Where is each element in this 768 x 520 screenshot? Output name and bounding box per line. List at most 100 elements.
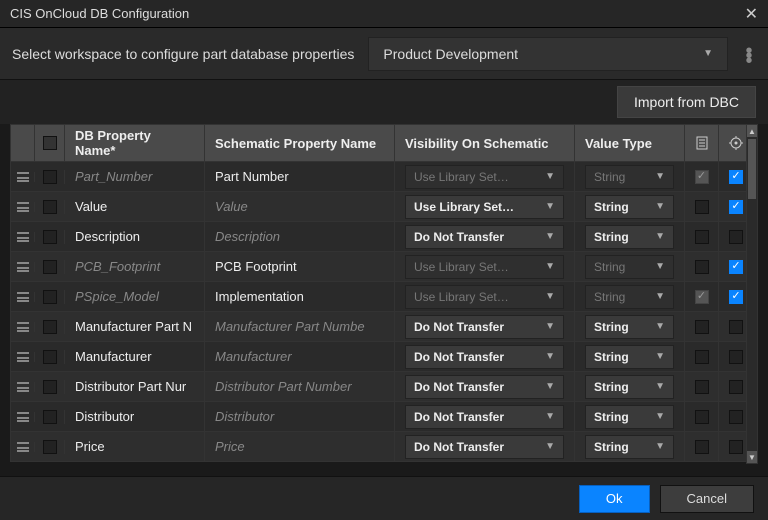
- visibility-dropdown[interactable]: Use Library Set…▼: [405, 195, 564, 219]
- import-from-dbc-button[interactable]: Import from DBC: [617, 86, 756, 118]
- row-select-checkbox[interactable]: [43, 410, 57, 424]
- workspace-select[interactable]: Product Development ▼: [368, 37, 728, 71]
- schematic-property-name-cell[interactable]: Part Number: [205, 162, 395, 191]
- row-select-checkbox[interactable]: [43, 200, 57, 214]
- row-select-checkbox[interactable]: [43, 290, 57, 304]
- schematic-property-name-cell[interactable]: Distributor: [205, 402, 395, 431]
- key-checkbox-cell[interactable]: [685, 312, 719, 341]
- browsable-checkbox[interactable]: [729, 200, 743, 214]
- drag-handle-icon[interactable]: [11, 412, 35, 422]
- valuetype-dropdown[interactable]: String▼: [585, 435, 674, 459]
- schematic-property-name-cell[interactable]: Manufacturer: [205, 342, 395, 371]
- visibility-dropdown[interactable]: Do Not Transfer▼: [405, 435, 564, 459]
- browsable-checkbox[interactable]: [729, 410, 743, 424]
- valuetype-dropdown[interactable]: String▼: [585, 375, 674, 399]
- db-property-name-cell[interactable]: Manufacturer: [65, 342, 205, 371]
- visibility-dropdown[interactable]: Do Not Transfer▼: [405, 405, 564, 429]
- drag-handle-icon[interactable]: [11, 352, 35, 362]
- key-checkbox[interactable]: [695, 260, 709, 274]
- valuetype-dropdown[interactable]: String▼: [585, 405, 674, 429]
- db-property-name-cell[interactable]: Value: [65, 192, 205, 221]
- key-checkbox-cell[interactable]: [685, 402, 719, 431]
- row-select-cell[interactable]: [35, 290, 65, 304]
- kebab-menu-icon[interactable]: •••: [742, 46, 756, 61]
- db-property-name-cell[interactable]: Manufacturer Part N: [65, 312, 205, 341]
- schematic-property-name-cell[interactable]: Value: [205, 192, 395, 221]
- select-all-header[interactable]: [35, 125, 65, 161]
- valuetype-dropdown[interactable]: String▼: [585, 345, 674, 369]
- db-property-name-cell[interactable]: PCB_Footprint: [65, 252, 205, 281]
- db-property-name-cell[interactable]: Distributor: [65, 402, 205, 431]
- scroll-down-arrow-icon[interactable]: ▼: [747, 451, 757, 463]
- visibility-dropdown[interactable]: Do Not Transfer▼: [405, 375, 564, 399]
- visibility-dropdown[interactable]: Do Not Transfer▼: [405, 225, 564, 249]
- vertical-scrollbar-thumb[interactable]: [748, 139, 756, 199]
- row-select-cell[interactable]: [35, 380, 65, 394]
- key-checkbox-cell[interactable]: [685, 342, 719, 371]
- drag-handle-icon[interactable]: [11, 292, 35, 302]
- visibility-dropdown[interactable]: Do Not Transfer▼: [405, 345, 564, 369]
- drag-handle-icon[interactable]: [11, 442, 35, 452]
- schematic-property-name-cell[interactable]: Manufacturer Part Numbe: [205, 312, 395, 341]
- header-value-type[interactable]: Value Type: [575, 125, 685, 161]
- key-checkbox[interactable]: [695, 440, 709, 454]
- drag-handle-icon[interactable]: [11, 202, 35, 212]
- select-all-checkbox[interactable]: [43, 136, 57, 150]
- db-property-name-cell[interactable]: Price: [65, 432, 205, 461]
- key-checkbox[interactable]: [695, 290, 709, 304]
- key-checkbox[interactable]: [695, 200, 709, 214]
- row-select-checkbox[interactable]: [43, 380, 57, 394]
- vertical-scrollbar[interactable]: ▲ ▼: [746, 124, 758, 464]
- browsable-checkbox[interactable]: [729, 290, 743, 304]
- row-select-cell[interactable]: [35, 440, 65, 454]
- row-select-cell[interactable]: [35, 260, 65, 274]
- browsable-checkbox[interactable]: [729, 170, 743, 184]
- key-checkbox[interactable]: [695, 230, 709, 244]
- close-icon[interactable]: ✕: [745, 4, 758, 24]
- schematic-property-name-cell[interactable]: Price: [205, 432, 395, 461]
- browsable-checkbox[interactable]: [729, 440, 743, 454]
- row-select-checkbox[interactable]: [43, 170, 57, 184]
- drag-handle-icon[interactable]: [11, 322, 35, 332]
- schematic-property-name-cell[interactable]: Distributor Part Number: [205, 372, 395, 401]
- schematic-property-name-cell[interactable]: Implementation: [205, 282, 395, 311]
- row-select-cell[interactable]: [35, 230, 65, 244]
- key-checkbox[interactable]: [695, 170, 709, 184]
- key-checkbox[interactable]: [695, 380, 709, 394]
- key-checkbox-cell[interactable]: [685, 252, 719, 281]
- db-property-name-cell[interactable]: PSpice_Model: [65, 282, 205, 311]
- header-visibility-on-schematic[interactable]: Visibility On Schematic: [395, 125, 575, 161]
- row-select-checkbox[interactable]: [43, 320, 57, 334]
- browsable-checkbox[interactable]: [729, 380, 743, 394]
- db-property-name-cell[interactable]: Part_Number: [65, 162, 205, 191]
- row-select-cell[interactable]: [35, 350, 65, 364]
- drag-handle-icon[interactable]: [11, 172, 35, 182]
- header-db-property-name[interactable]: DB Property Name*: [65, 125, 205, 161]
- key-checkbox-cell[interactable]: [685, 162, 719, 191]
- key-checkbox[interactable]: [695, 410, 709, 424]
- browsable-checkbox[interactable]: [729, 230, 743, 244]
- browsable-checkbox[interactable]: [729, 260, 743, 274]
- db-property-name-cell[interactable]: Distributor Part Nur: [65, 372, 205, 401]
- key-checkbox[interactable]: [695, 320, 709, 334]
- header-key-column-icon[interactable]: [685, 125, 719, 161]
- key-checkbox[interactable]: [695, 350, 709, 364]
- schematic-property-name-cell[interactable]: PCB Footprint: [205, 252, 395, 281]
- valuetype-dropdown[interactable]: String▼: [585, 195, 674, 219]
- ok-button[interactable]: Ok: [579, 485, 650, 513]
- cancel-button[interactable]: Cancel: [660, 485, 754, 513]
- scroll-up-arrow-icon[interactable]: ▲: [747, 125, 757, 137]
- key-checkbox-cell[interactable]: [685, 432, 719, 461]
- header-schematic-property-name[interactable]: Schematic Property Name: [205, 125, 395, 161]
- row-select-cell[interactable]: [35, 170, 65, 184]
- valuetype-dropdown[interactable]: String▼: [585, 315, 674, 339]
- row-select-checkbox[interactable]: [43, 440, 57, 454]
- schematic-property-name-cell[interactable]: Description: [205, 222, 395, 251]
- key-checkbox-cell[interactable]: [685, 192, 719, 221]
- visibility-dropdown[interactable]: Do Not Transfer▼: [405, 315, 564, 339]
- drag-handle-icon[interactable]: [11, 262, 35, 272]
- db-property-name-cell[interactable]: Description: [65, 222, 205, 251]
- row-select-checkbox[interactable]: [43, 260, 57, 274]
- row-select-checkbox[interactable]: [43, 230, 57, 244]
- key-checkbox-cell[interactable]: [685, 372, 719, 401]
